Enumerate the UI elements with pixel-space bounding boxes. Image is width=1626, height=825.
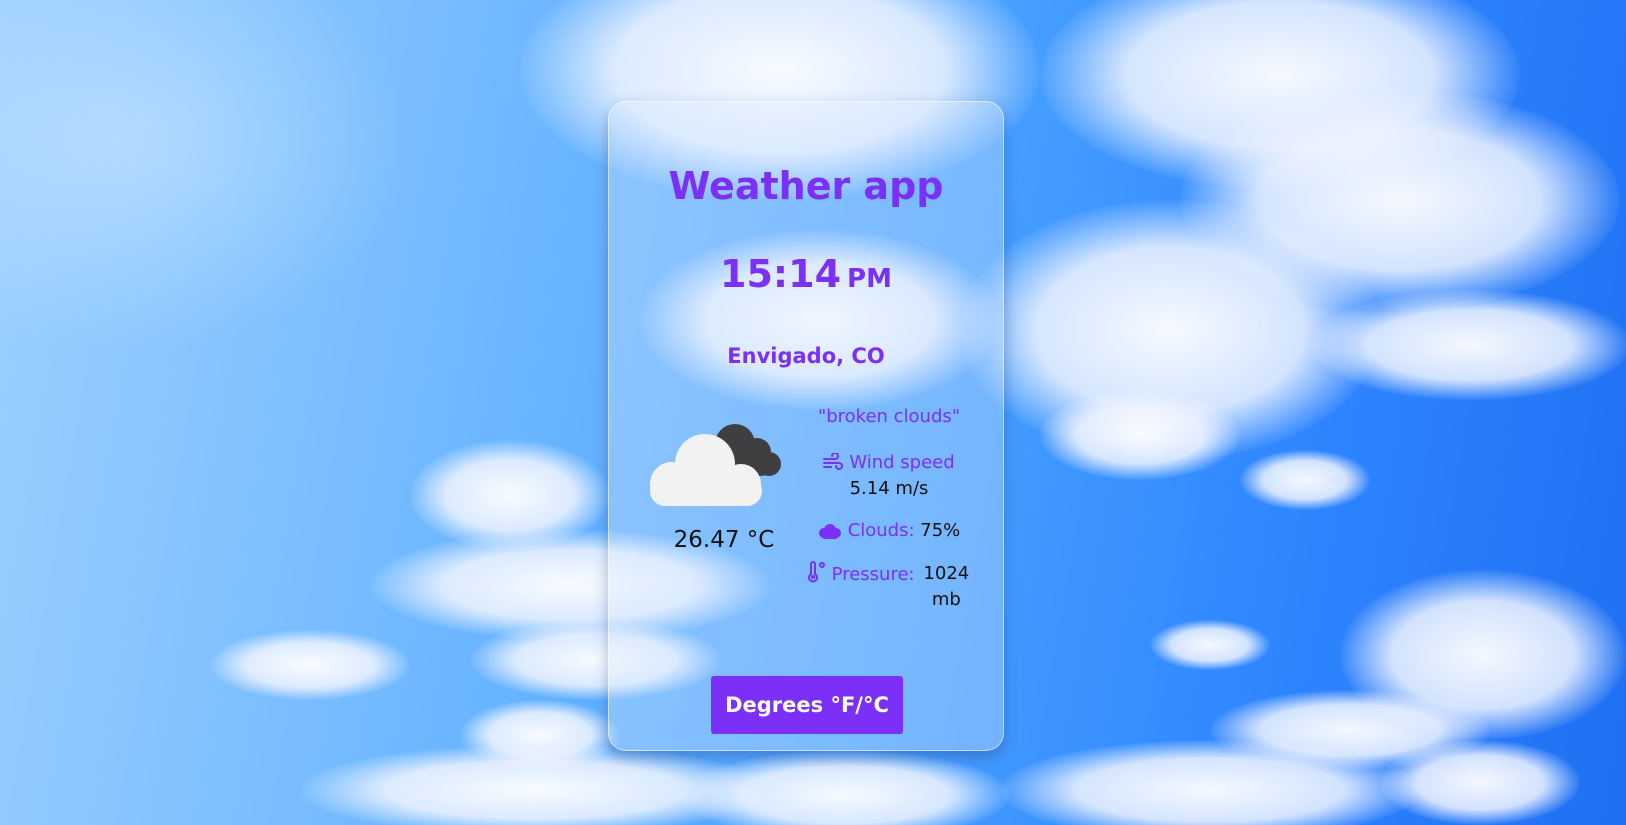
weather-description: "broken clouds" [817,406,961,427]
clock-period: PM [847,264,892,294]
pressure-label: Pressure: [831,564,915,585]
toggle-units-button[interactable]: Degrees °F/°C [711,676,903,734]
wind-speed-value-row: 5.14 m/s [799,476,979,502]
clouds-label: Clouds: [847,520,915,541]
wind-icon [823,453,844,470]
clock-time: 15:14 [720,252,842,296]
background-cloud [1310,290,1626,400]
pressure-row: Pressure: 1024 mb [791,561,987,613]
pressure-value: 1024 mb [923,563,970,610]
background-cloud [210,630,410,700]
background-cloud [680,750,1010,825]
background-cloud [1150,620,1270,670]
thermometer-icon [807,561,825,583]
background-cloud [1040,390,1240,480]
weather-card: Weather app 15:14 PM Envigado, CO 26.47 °… [608,101,1004,751]
clouds-value: 75% [920,520,961,541]
wind-speed-row: Wind speed [799,450,979,476]
temperature-readout: 26.47 °C [673,527,775,553]
cloud-icon [818,524,841,539]
clock: 15:14 PM [609,252,1003,296]
broken-clouds-icon [650,424,781,506]
location-label: Envigado, CO [727,344,885,368]
app-title: Weather app [668,164,944,208]
background-cloud [1240,450,1370,510]
clouds-row: Clouds: 75% [799,518,979,544]
background-cloud [1380,740,1580,825]
wind-speed-label: Wind speed [849,452,955,473]
wind-speed-value: 5.14 m/s [849,478,929,499]
